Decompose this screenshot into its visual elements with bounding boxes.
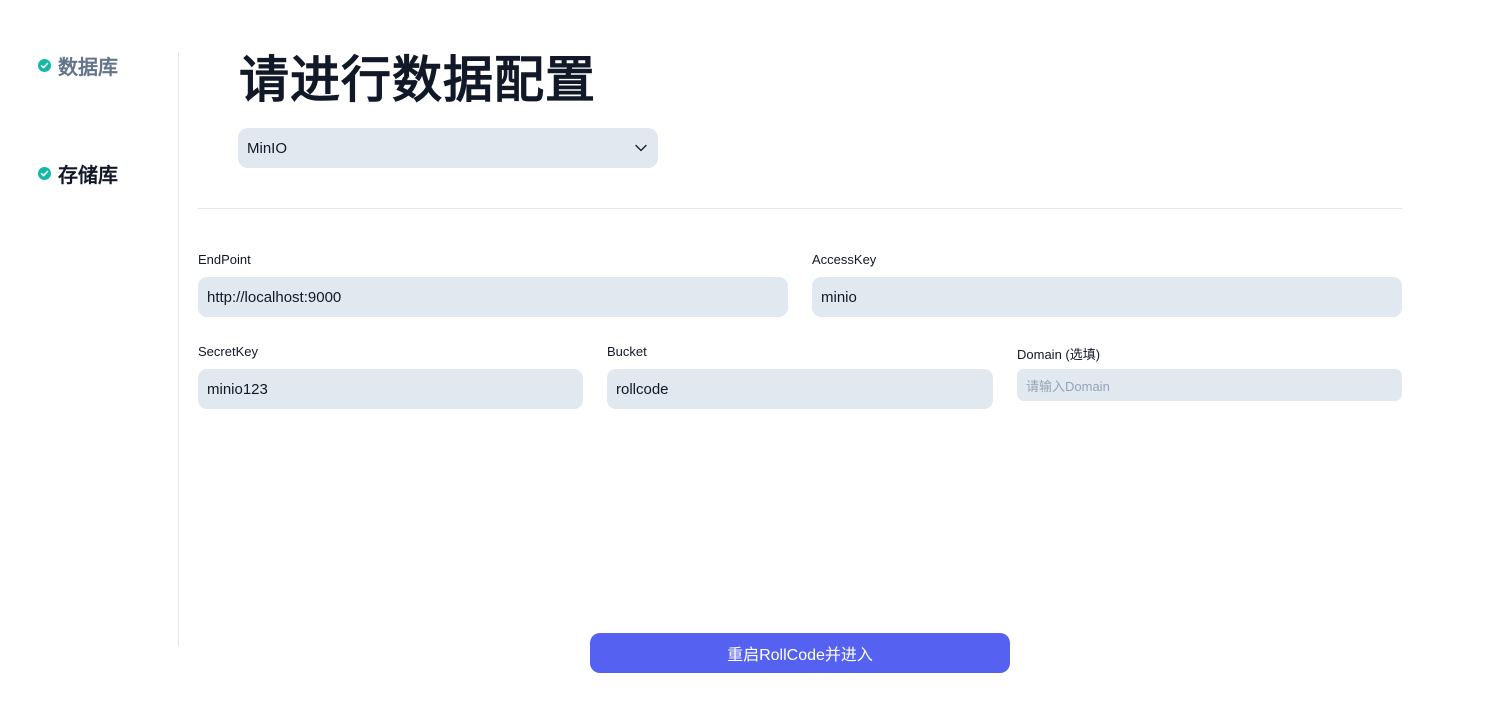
step-storage[interactable]: 存储库 xyxy=(38,160,118,187)
sidebar-divider xyxy=(178,52,179,646)
storage-type-select[interactable]: MinIO xyxy=(238,128,658,168)
step-label: 存储库 xyxy=(58,164,118,187)
check-circle-icon xyxy=(38,58,51,72)
domain-input[interactable]: 请输入Domain xyxy=(1017,369,1402,401)
check-circle-icon xyxy=(38,166,51,180)
bucket-input[interactable]: rollcode xyxy=(607,369,993,409)
restart-and-enter-button[interactable]: 重启RollCode并进入 xyxy=(590,633,1010,673)
accesskey-label: AccessKey xyxy=(812,252,877,267)
endpoint-label: EndPoint xyxy=(198,252,251,267)
domain-label: Domain (选填) xyxy=(1017,347,1101,362)
accesskey-input[interactable]: minio xyxy=(812,277,1402,317)
endpoint-input[interactable]: http://localhost:9000 xyxy=(198,277,788,317)
step-label: 数据库 xyxy=(58,56,118,79)
step-database[interactable]: 数据库 xyxy=(38,52,118,79)
secretkey-input[interactable]: minio123 xyxy=(198,369,583,409)
secretkey-label: SecretKey xyxy=(198,344,258,359)
section-divider xyxy=(198,208,1402,209)
chevron-down-icon xyxy=(634,141,648,159)
bucket-label: Bucket xyxy=(607,344,647,359)
select-value: MinIO xyxy=(247,139,288,157)
page-title: 请进行数据配置 xyxy=(239,52,596,108)
